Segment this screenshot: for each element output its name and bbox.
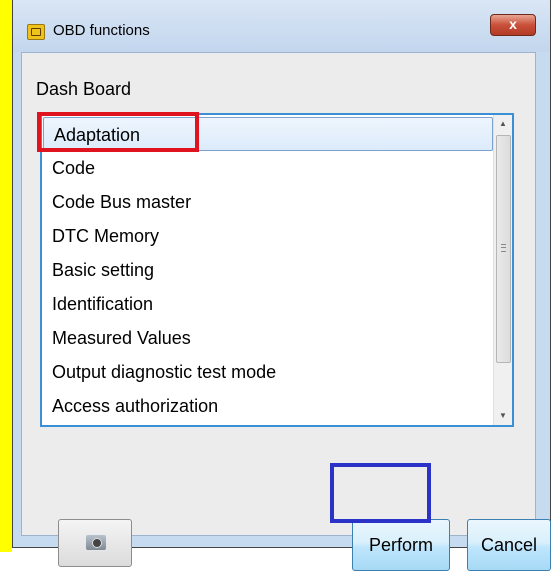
grip-icon [501, 244, 506, 252]
obd-functions-dialog: OBD functions x Dash Board Adaptation Co… [12, 0, 551, 571]
list-items-container: Adaptation Code Code Bus master DTC Memo… [42, 117, 494, 425]
group-label: Dash Board [36, 79, 132, 99]
camera-lens [92, 538, 102, 548]
cancel-button[interactable]: Cancel [467, 519, 551, 571]
annotation-highlight-red [37, 112, 199, 152]
list-item-access-authorization[interactable]: Access authorization [42, 389, 494, 423]
vertical-scrollbar[interactable]: ▲ ▼ [493, 115, 512, 425]
list-item-identification[interactable]: Identification [42, 287, 494, 321]
yellow-margin [0, 0, 12, 552]
list-item-output-diagnostic-test-mode[interactable]: Output diagnostic test mode [42, 355, 494, 389]
engine-icon [27, 24, 45, 40]
camera-icon [86, 535, 106, 550]
scrollbar-thumb[interactable] [496, 135, 511, 363]
list-item-dtc-memory[interactable]: DTC Memory [42, 219, 494, 253]
scroll-up-arrow-icon[interactable]: ▲ [494, 115, 512, 133]
list-item-measured-values[interactable]: Measured Values [42, 321, 494, 355]
screenshot-button[interactable] [58, 519, 132, 567]
list-item-basic-setting[interactable]: Basic setting [42, 253, 494, 287]
list-item-code-bus-master[interactable]: Code Bus master [42, 185, 494, 219]
title-bar: OBD functions x [13, 0, 550, 52]
perform-button[interactable]: Perform [352, 519, 450, 571]
scroll-down-arrow-icon[interactable]: ▼ [494, 407, 512, 425]
functions-listbox[interactable]: Adaptation Code Code Bus master DTC Memo… [40, 113, 514, 427]
list-item-code[interactable]: Code [42, 151, 494, 185]
close-button[interactable]: x [490, 14, 536, 36]
window-title: OBD functions [53, 22, 150, 39]
annotation-highlight-blue [330, 463, 431, 523]
